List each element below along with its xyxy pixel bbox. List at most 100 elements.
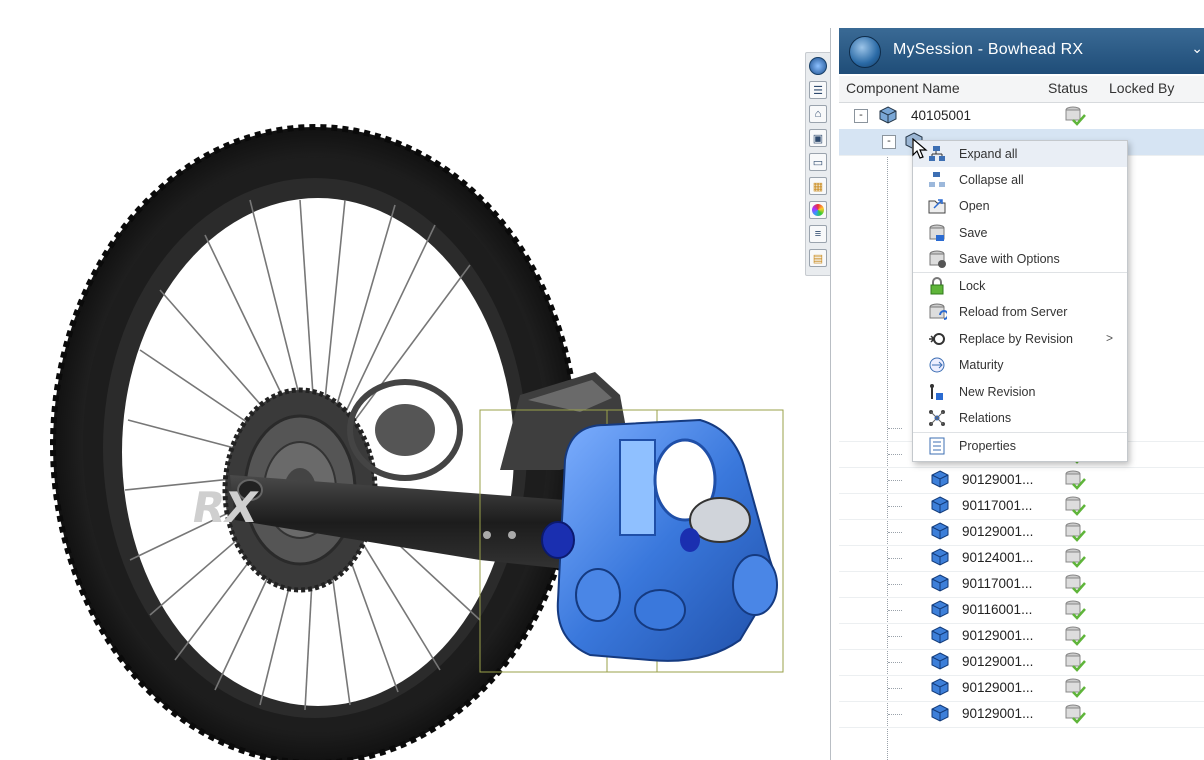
column-component-name[interactable]: Component Name [846, 80, 960, 96]
tree-row[interactable]: 90129001... [839, 649, 1204, 676]
menu-item-expand-all[interactable]: Expand all [913, 141, 1127, 167]
menu-item-label: Collapse all [959, 173, 1024, 187]
component-name: 90129001... [962, 706, 1034, 721]
status-in-database-icon [1065, 600, 1086, 620]
collapse-toggle[interactable]: - [882, 135, 896, 149]
home-icon[interactable]: ⌂ [809, 105, 827, 123]
context-menu: Expand all Collapse all Open Save Save with … [912, 140, 1128, 462]
tree-line [888, 714, 902, 715]
tree-line [888, 454, 902, 455]
menu-item-label: Properties [959, 439, 1016, 453]
tree-row[interactable]: 90129001... [839, 675, 1204, 702]
save-options-icon [929, 250, 946, 268]
submenu-arrow-icon: > [1105, 331, 1113, 345]
menu-item-label: Save [959, 226, 988, 240]
menu-item-label: Replace by Revision [959, 332, 1073, 346]
menu-item-lock[interactable]: Lock [913, 273, 1127, 299]
session-globe-icon[interactable] [809, 57, 827, 75]
part-icon [931, 600, 949, 618]
tree-line [888, 636, 902, 637]
tree-view-icon[interactable]: ☰ [809, 81, 827, 99]
component-name: 90129001... [962, 654, 1034, 669]
color-wheel-icon[interactable] [809, 201, 827, 219]
menu-item-save[interactable]: Save [913, 220, 1127, 246]
menu-item-reload-from-server[interactable]: Reload from Server [913, 299, 1127, 325]
collapse-toggle[interactable]: - [854, 109, 868, 123]
tree-row-root[interactable]: - 40105001 [839, 103, 1204, 130]
tree-line [888, 688, 902, 689]
replace-revision-icon [929, 333, 945, 345]
tree-line [888, 662, 902, 663]
tree-line [888, 584, 902, 585]
menu-item-label: New Revision [959, 385, 1036, 399]
status-in-database-icon [1065, 574, 1086, 594]
collapse-tree-icon [929, 172, 945, 187]
menu-item-replace-by-revision[interactable]: Replace by Revision > [913, 326, 1127, 352]
status-in-database-icon [1065, 106, 1086, 126]
status-in-database-icon [1065, 496, 1086, 516]
tree-row[interactable]: 90129001... [839, 701, 1204, 728]
component-name: 90117001... [962, 576, 1033, 591]
part-icon [931, 678, 949, 696]
status-in-database-icon [1065, 470, 1086, 490]
tree-line [888, 506, 902, 507]
expand-tree-icon [929, 146, 945, 161]
status-in-database-icon [1065, 678, 1086, 698]
component-name: 90124001... [962, 550, 1034, 565]
bike-rear-wheel-model: RX [50, 124, 784, 760]
tree-row[interactable]: 90129001... [839, 519, 1204, 546]
tree-line [888, 610, 902, 611]
part-icon [931, 522, 949, 540]
menu-item-label: Maturity [959, 358, 1004, 372]
new-revision-icon [930, 384, 943, 400]
menu-item-properties[interactable]: Properties [913, 433, 1127, 459]
menu-item-save-with-options[interactable]: Save with Options [913, 246, 1127, 272]
mouse-cursor-icon [912, 138, 928, 159]
folder-icon[interactable]: ▭ [809, 153, 827, 171]
cube-outline-icon[interactable]: ▣ [809, 129, 827, 147]
menu-item-label: Open [959, 199, 990, 213]
chevron-down-icon[interactable]: ⌄ [1191, 40, 1203, 57]
reload-server-icon [929, 303, 947, 320]
menu-item-maturity[interactable]: Maturity [913, 352, 1127, 378]
column-status[interactable]: Status [1048, 80, 1088, 96]
menu-item-label: Save with Options [959, 252, 1060, 266]
tree-row[interactable]: 90129001... [839, 623, 1204, 650]
column-headers: Component Name Status Locked By [839, 76, 1204, 103]
status-in-database-icon [1065, 548, 1086, 568]
tree-row[interactable]: 90116001... [839, 597, 1204, 624]
tree-row[interactable]: 90129001... [839, 467, 1204, 494]
part-icon [931, 626, 949, 644]
database-list-icon[interactable]: ≡ [809, 225, 827, 243]
save-database-icon [929, 224, 945, 241]
menu-item-label: Relations [959, 411, 1012, 425]
tree-row[interactable]: 90117001... [839, 493, 1204, 520]
selected-blue-part[interactable] [541, 418, 778, 662]
open-icon [928, 199, 946, 214]
menu-item-open[interactable]: Open [913, 193, 1127, 219]
tree-line [888, 558, 902, 559]
component-name: 90129001... [962, 472, 1034, 487]
menu-item-label: Lock [959, 279, 986, 293]
session-logo-icon [849, 36, 881, 68]
part-icon [931, 470, 949, 488]
status-in-database-icon [1065, 704, 1086, 724]
menu-item-relations[interactable]: Relations [913, 405, 1127, 431]
status-in-database-icon [1065, 652, 1086, 672]
tree-row[interactable]: 90124001... [839, 545, 1204, 572]
side-toolbar: ☰ ⌂ ▣ ▭ ▦ ≡ ▤ [805, 52, 832, 276]
part-icon [931, 704, 949, 722]
menu-item-new-revision[interactable]: New Revision [913, 379, 1127, 405]
component-name: 90117001... [962, 498, 1033, 513]
tree-row[interactable]: 90117001... [839, 571, 1204, 598]
report-icon[interactable]: ▤ [809, 249, 827, 267]
assembly-icon [879, 106, 897, 124]
grid-layout-icon[interactable]: ▦ [809, 177, 827, 195]
part-icon [931, 496, 949, 514]
3d-viewport[interactable]: RX [0, 0, 805, 760]
tree-line [888, 428, 902, 429]
column-locked-by[interactable]: Locked By [1109, 80, 1174, 96]
part-icon [931, 652, 949, 670]
menu-item-label: Expand all [959, 147, 1018, 161]
menu-item-collapse-all[interactable]: Collapse all [913, 167, 1127, 193]
